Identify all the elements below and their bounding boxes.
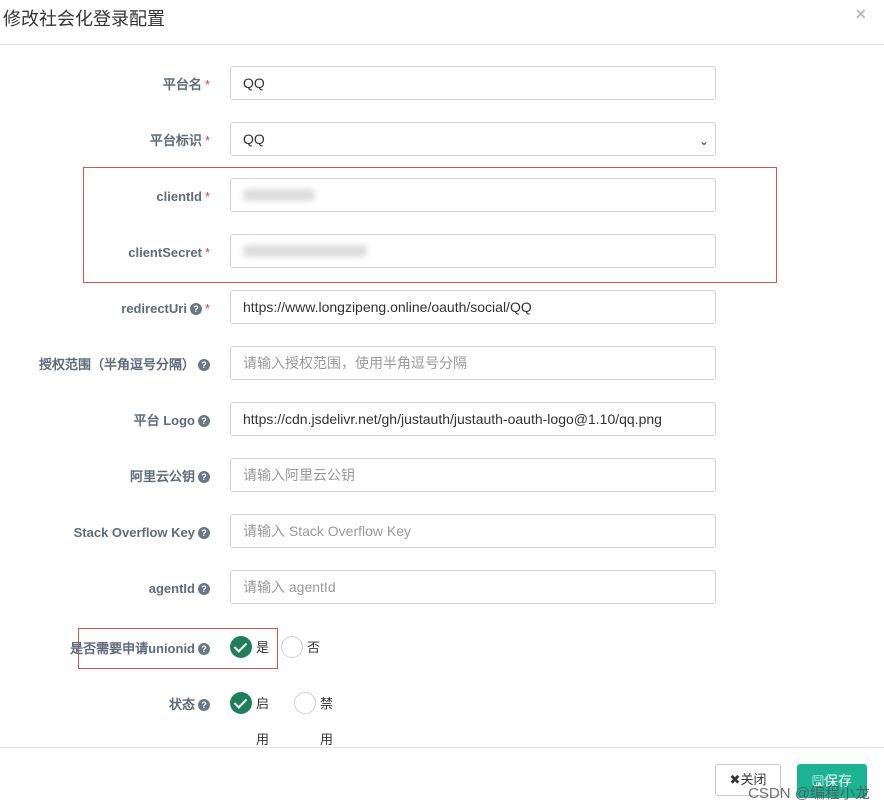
help-icon[interactable]: ?	[198, 699, 210, 711]
scope-label: 授权范围（半角逗号分隔）?	[0, 346, 210, 380]
help-icon[interactable]: ?	[189, 303, 202, 315]
alipay-key-label: 阿里云公钥?	[0, 458, 210, 492]
unionid-label: 是否需要申请unionid?	[0, 630, 210, 664]
client-id-input[interactable]	[230, 178, 716, 212]
unionid-no-radio[interactable]	[281, 636, 303, 658]
platform-name-label: 平台名 *	[162, 77, 210, 92]
dialog-header: 修改社会化登录配置 ×	[0, 0, 884, 45]
redirect-uri-label: redirectUri? *	[121, 301, 210, 316]
status-label: 状态?	[0, 686, 210, 720]
unionid-no-label[interactable]: 否	[307, 630, 320, 666]
form-row-alipay-key: 阿里云公钥? 请输入阿里云公钥	[0, 458, 884, 492]
form-row-redirect-uri: redirectUri? * https://www.longzipeng.onl…	[0, 290, 884, 324]
form-row-platform-id: 平台标识 * QQ ⌄	[0, 122, 884, 156]
chevron-down-icon: ⌄	[698, 134, 709, 148]
client-secret-label: clientSecret *	[128, 245, 210, 260]
help-icon[interactable]: ?	[198, 415, 210, 427]
help-icon[interactable]: ?	[198, 527, 210, 539]
unionid-yes-radio[interactable]	[230, 636, 252, 658]
form-row-logo: 平台 Logo? https://cdn.jsdelivr.net/gh/jus…	[0, 402, 884, 436]
logo-label: 平台 Logo?	[0, 402, 210, 436]
help-icon[interactable]: ?	[198, 583, 210, 595]
redacted-value	[243, 189, 315, 201]
form-row-scope: 授权范围（半角逗号分隔）? 请输入授权范围，使用半角逗号分隔	[0, 346, 884, 380]
unionid-yes-label[interactable]: 是	[256, 630, 269, 666]
form-row-agent-id: agentId? 请输入 agentId	[0, 570, 884, 604]
form-row-unionid: 是否需要申请unionid? 是 否	[0, 630, 884, 664]
form-row-client-id: clientId *	[0, 178, 884, 212]
platform-name-input[interactable]: QQ	[230, 66, 716, 100]
redirect-uri-input[interactable]: https://www.longzipeng.online/oauth/soci…	[230, 290, 716, 324]
client-secret-input[interactable]	[230, 234, 716, 268]
form-row-platform-name: 平台名 * QQ	[0, 66, 884, 100]
help-icon[interactable]: ?	[198, 471, 210, 483]
alipay-key-input[interactable]: 请输入阿里云公钥	[230, 458, 716, 492]
redacted-value	[243, 245, 367, 257]
watermark: CSDN @编程小龙	[748, 785, 870, 802]
close-icon[interactable]: ×	[855, 4, 866, 25]
logo-input[interactable]: https://cdn.jsdelivr.net/gh/justauth/jus…	[230, 402, 716, 436]
stackoverflow-key-input[interactable]: 请输入 Stack Overflow Key	[230, 514, 716, 548]
status-disabled-radio[interactable]	[294, 692, 316, 714]
client-id-label: clientId *	[156, 189, 210, 204]
scope-input[interactable]: 请输入授权范围，使用半角逗号分隔	[230, 346, 716, 380]
help-icon[interactable]: ?	[198, 643, 210, 655]
agent-id-input[interactable]: 请输入 agentId	[230, 570, 716, 604]
stackoverflow-key-label: Stack Overflow Key?	[0, 514, 210, 548]
form-row-client-secret: clientSecret *	[0, 234, 884, 268]
platform-id-label: 平台标识 *	[149, 133, 210, 148]
form-row-status: 状态? 启用 禁用	[0, 686, 884, 747]
dialog-title: 修改社会化登录配置	[3, 9, 165, 29]
status-enabled-radio[interactable]	[230, 692, 252, 714]
help-icon[interactable]: ?	[198, 359, 210, 371]
agent-id-label: agentId?	[0, 570, 210, 604]
platform-id-select[interactable]: QQ ⌄	[230, 122, 716, 156]
form-row-stackoverflow-key: Stack Overflow Key? 请输入 Stack Overflow K…	[0, 514, 884, 548]
